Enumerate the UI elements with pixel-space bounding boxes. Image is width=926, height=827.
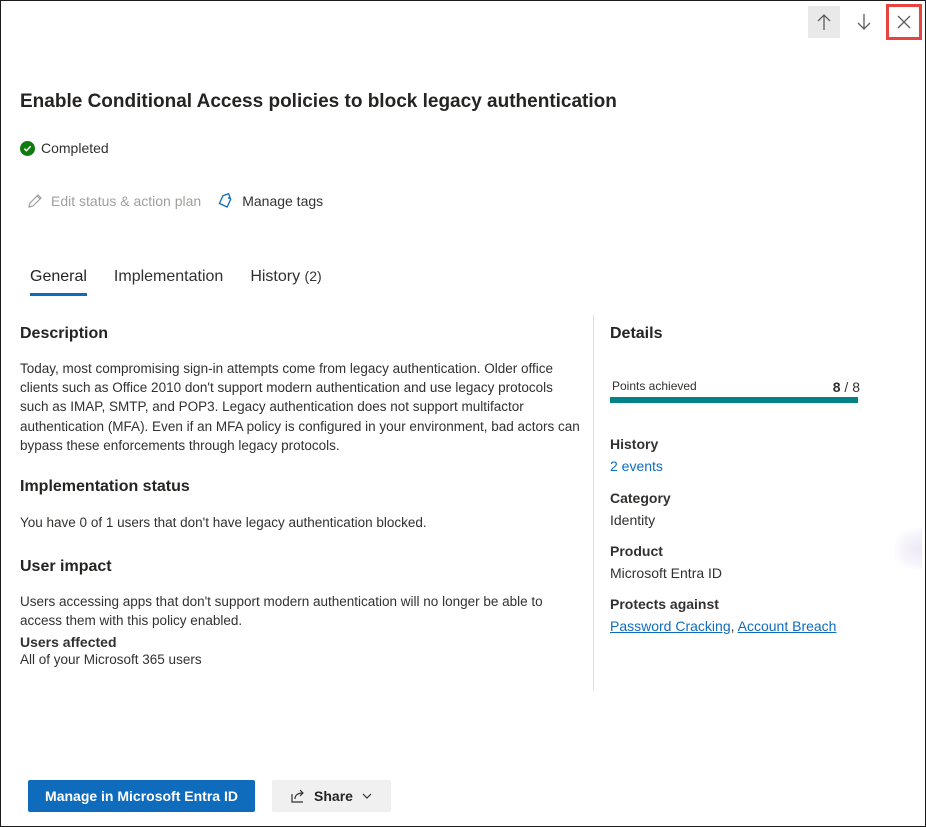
edit-status-label: Edit status & action plan	[51, 193, 202, 209]
tab-bar: General Implementation History (2)	[20, 268, 339, 296]
page-title: Enable Conditional Access policies to bl…	[20, 91, 617, 112]
points-section: Points achieved 8 / 8	[610, 379, 900, 403]
product-label: Product	[610, 543, 663, 559]
action-bar: Edit status & action plan Manage tags	[26, 192, 323, 210]
status-label: Completed	[41, 140, 109, 156]
points-total: 8	[852, 379, 860, 395]
protects-against-label: Protects against	[610, 596, 719, 612]
share-label: Share	[314, 788, 353, 804]
tab-implementation-label: Implementation	[113, 268, 224, 285]
navigation-controls	[808, 4, 922, 40]
tab-history-count: (2)	[304, 268, 322, 284]
history-events-link[interactable]: 2 events	[610, 458, 900, 474]
implementation-status-heading: Implementation status	[20, 478, 190, 496]
checkmark-icon	[20, 140, 35, 156]
protects-against-list: Password Cracking, Account Breach	[610, 618, 900, 634]
footer-actions: Manage in Microsoft Entra ID Share	[28, 780, 391, 812]
users-affected-value: All of your Microsoft 365 users	[20, 651, 202, 667]
status-indicator: Completed	[20, 140, 109, 156]
points-value: 8 / 8	[833, 379, 860, 395]
column-divider	[593, 315, 594, 691]
close-icon	[897, 15, 911, 29]
close-button[interactable]	[886, 4, 922, 40]
general-content: Description Today, most compromising sig…	[20, 325, 580, 669]
protects-separator: ,	[730, 618, 735, 634]
tab-history-label: History	[250, 268, 301, 285]
manage-tags-label: Manage tags	[242, 193, 324, 209]
chevron-down-icon	[362, 793, 372, 799]
password-cracking-link[interactable]: Password Cracking	[610, 618, 731, 634]
next-item-button[interactable]	[848, 6, 880, 38]
pencil-icon	[28, 194, 42, 208]
implementation-status-text: You have 0 of 1 users that don't have le…	[20, 515, 427, 531]
arrow-up-icon	[817, 14, 831, 30]
description-heading: Description	[20, 325, 109, 342]
tab-history[interactable]: History (2)	[240, 268, 331, 296]
tab-general-label: General	[30, 268, 87, 285]
arrow-down-icon	[857, 14, 871, 30]
manage-tags-button[interactable]: Manage tags	[217, 192, 323, 210]
manage-in-entra-button[interactable]: Manage in Microsoft Entra ID	[28, 780, 255, 812]
tag-icon	[218, 192, 232, 208]
users-affected-label: Users affected	[20, 633, 117, 650]
decorative-glow	[894, 528, 922, 570]
account-breach-link[interactable]: Account Breach	[738, 618, 837, 634]
description-text: Today, most compromising sign-in attempt…	[20, 361, 580, 453]
previous-item-button[interactable]	[808, 6, 840, 38]
manage-in-entra-label: Manage in Microsoft Entra ID	[45, 788, 238, 804]
points-progress-fill	[610, 397, 858, 403]
details-heading: Details	[610, 325, 663, 342]
edit-status-button[interactable]: Edit status & action plan	[26, 192, 201, 210]
product-value: Microsoft Entra ID	[610, 565, 723, 581]
share-button[interactable]: Share	[272, 780, 391, 812]
user-impact-text: Users accessing apps that don't support …	[20, 594, 543, 629]
points-row: Points achieved 8 / 8	[610, 379, 860, 395]
points-label: Points achieved	[612, 379, 697, 393]
share-icon	[291, 789, 304, 803]
tab-general[interactable]: General	[20, 268, 97, 296]
points-achieved: 8	[832, 379, 841, 395]
points-progress-bar	[610, 397, 858, 403]
details-panel: Details Points achieved 8 / 8 History 2 …	[610, 325, 900, 634]
history-label: History	[610, 436, 659, 452]
category-value: Identity	[610, 512, 656, 528]
tab-implementation[interactable]: Implementation	[104, 268, 233, 296]
points-separator: /	[840, 379, 853, 395]
user-impact-heading: User impact	[20, 558, 112, 576]
category-label: Category	[610, 490, 671, 506]
